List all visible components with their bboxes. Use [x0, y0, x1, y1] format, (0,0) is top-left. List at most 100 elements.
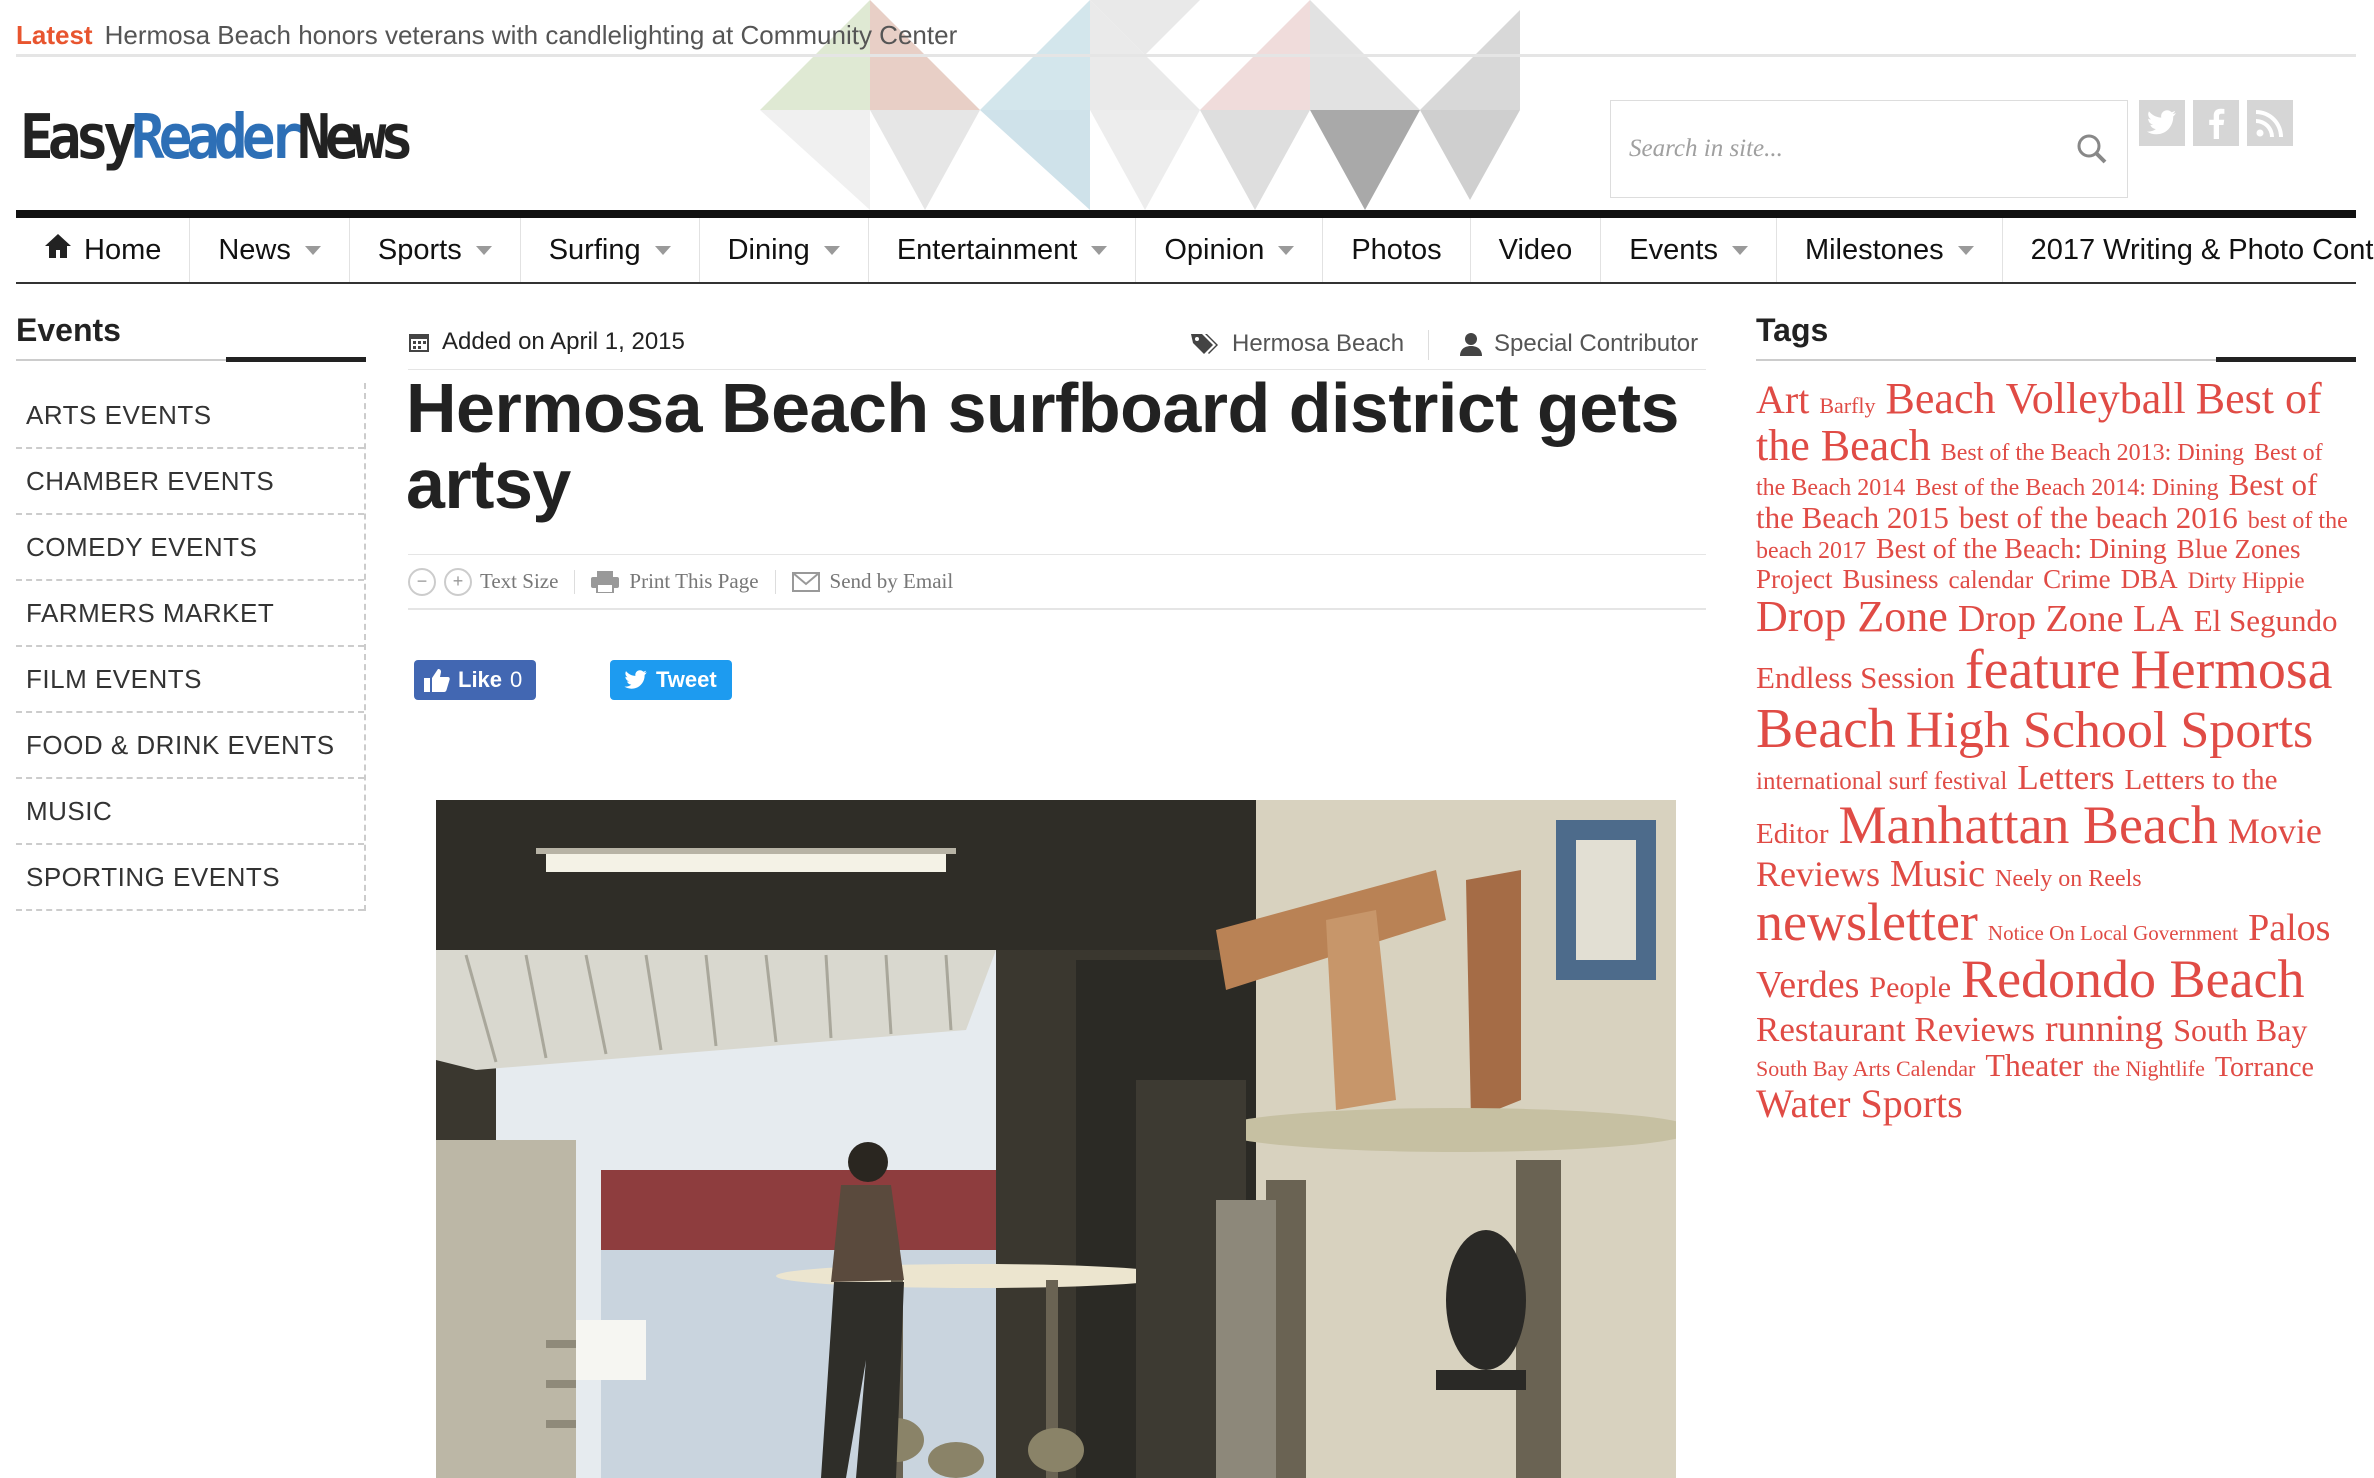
tag-link[interactable]: feature [1965, 639, 2120, 701]
nav-item-surfing[interactable]: Surfing [521, 218, 700, 282]
events-widget-rule [16, 357, 366, 362]
events-list-item[interactable]: SPORTING EVENTS [16, 845, 364, 911]
nav-item-video[interactable]: Video [1471, 218, 1602, 282]
home-icon [44, 233, 72, 267]
tag-link[interactable]: Beach Volleyball [1886, 374, 2186, 423]
tweet-button[interactable]: Tweet [610, 660, 732, 700]
email-button[interactable]: Send by Email [791, 569, 953, 594]
twitter-icon[interactable] [2139, 100, 2185, 146]
rss-icon[interactable] [2247, 100, 2293, 146]
article-author-link[interactable]: Special Contributor [1494, 330, 1698, 358]
twitter-bird-icon [624, 670, 647, 689]
search-icon[interactable] [2075, 132, 2109, 166]
chevron-down-icon [654, 245, 671, 255]
events-list-item[interactable]: COMEDY EVENTS [16, 515, 364, 581]
nav-item-events[interactable]: Events [1601, 218, 1777, 282]
tag-link[interactable]: Endless Session [1756, 660, 1955, 695]
tag-link[interactable]: best of the beach 2016 [1959, 500, 2238, 535]
text-size-increase-button[interactable]: + [444, 567, 472, 596]
thumbs-up-icon [424, 669, 450, 692]
article-category-link[interactable]: Hermosa Beach [1232, 330, 1404, 358]
nav-item-opinion[interactable]: Opinion [1136, 218, 1324, 282]
logo-easy: Easy [20, 102, 137, 174]
nav-label: Surfing [548, 233, 641, 266]
site-logo[interactable]: EasyReaderNews [20, 102, 414, 174]
tag-link[interactable]: Music [1890, 853, 1985, 895]
tag-link[interactable]: High School Sports [1906, 702, 2313, 759]
tag-link[interactable]: El Segundo [2194, 603, 2338, 638]
nav-label: Dining [727, 233, 810, 266]
tag-link[interactable]: South Bay [2173, 1012, 2307, 1048]
article-tools: − + Text Size Print This Page Send by Em… [408, 554, 1706, 610]
latest-headline-link[interactable]: Hermosa Beach honors veterans with candl… [105, 20, 958, 51]
tag-link[interactable]: Dirty Hippie [2188, 568, 2305, 593]
article-photo [436, 800, 1676, 1478]
tag-link[interactable]: Notice On Local Government [1988, 921, 2238, 945]
print-label: Print This Page [629, 569, 759, 593]
tag-link[interactable]: People [1869, 971, 1951, 1004]
tag-link[interactable]: Best of the Beach 2013: Dining [1941, 440, 2244, 466]
events-list-item[interactable]: CHAMBER EVENTS [16, 449, 364, 515]
tag-link[interactable]: Restaurant Reviews [1756, 1010, 2035, 1049]
tweet-label: Tweet [656, 667, 717, 692]
main-nav: Home News Sports Surfing Dining Entertai… [16, 218, 2374, 284]
tag-link[interactable]: Best of the Beach: Dining [1876, 534, 2167, 565]
like-count: 0 [510, 667, 523, 692]
nav-item-dining[interactable]: Dining [700, 218, 869, 282]
tag-link[interactable]: Letters [2017, 758, 2114, 797]
facebook-like-button[interactable]: Like 0 [414, 660, 536, 700]
tags-widget-rule [1756, 357, 2356, 362]
tag-link[interactable]: Barfly [1819, 393, 1875, 418]
events-list-item[interactable]: ARTS EVENTS [16, 383, 364, 449]
nav-label: Photos [1351, 233, 1442, 266]
article-category[interactable]: Hermosa Beach [1190, 330, 1404, 358]
tag-link[interactable]: Neely on Reels [1995, 866, 2142, 892]
latest-label: Latest [16, 19, 93, 50]
chevron-down-icon [475, 245, 492, 255]
tag-link[interactable]: calendar [1949, 567, 2034, 594]
events-list-item[interactable]: MUSIC [16, 779, 364, 845]
nav-item-entertainment[interactable]: Entertainment [869, 218, 1137, 282]
nav-item-news[interactable]: News [190, 218, 350, 282]
calendar-icon [409, 334, 429, 352]
tag-link[interactable]: Water Sports [1756, 1081, 1963, 1126]
chevron-down-icon [304, 245, 321, 255]
article-title: Hermosa Beach surfboard district gets ar… [406, 369, 1679, 523]
tag-link[interactable]: Best of the Beach 2014: Dining [1915, 475, 2218, 501]
tag-link[interactable]: Drop Zone LA [1958, 598, 2184, 640]
search-input[interactable] [1629, 135, 2075, 163]
tag-link[interactable]: running [2045, 1008, 2163, 1050]
print-button[interactable]: Print This Page [591, 569, 759, 594]
tag-link[interactable]: DBA [2121, 564, 2178, 594]
facebook-icon[interactable] [2193, 100, 2239, 146]
like-label: Like [458, 667, 503, 692]
tag-link[interactable]: Business [1842, 564, 1938, 594]
article-author[interactable]: Special Contributor [1460, 330, 1698, 358]
tag-link[interactable]: Crime [2043, 564, 2111, 594]
text-size-decrease-button[interactable]: − [408, 567, 436, 596]
tag-link[interactable]: South Bay Arts Calendar [1756, 1056, 1975, 1081]
nav-label: Video [1498, 233, 1573, 266]
tag-link[interactable]: Torrance [2215, 1052, 2314, 1083]
events-list-item[interactable]: FARMERS MARKET [16, 581, 364, 647]
nav-label: 2017 Writing & Photo Contest [2030, 233, 2374, 266]
logo-news: News [297, 102, 414, 174]
tools-divider [774, 569, 776, 594]
nav-item-home[interactable]: Home [16, 218, 191, 282]
tag-link[interactable]: the Nightlife [2093, 1056, 2205, 1081]
events-list-item[interactable]: FOOD & DRINK EVENTS [16, 713, 364, 779]
nav-item-sports[interactable]: Sports [350, 218, 521, 282]
tag-link[interactable]: Drop Zone [1756, 592, 1948, 641]
events-list-item[interactable]: FILM EVENTS [16, 647, 364, 713]
tag-link[interactable]: Redondo Beach [1961, 949, 2304, 1009]
tag-link[interactable]: Art [1756, 377, 1809, 422]
tag-link[interactable]: Manhattan Beach [1839, 795, 2218, 855]
nav-item-photos[interactable]: Photos [1323, 218, 1471, 282]
tag-link[interactable]: international surf festival [1756, 768, 2007, 796]
nav-item-contest[interactable]: 2017 Writing & Photo Contest [2003, 218, 2374, 282]
search-box [1610, 100, 2128, 198]
tag-link[interactable]: Theater [1985, 1047, 2083, 1083]
article-meta: Added on April 1, 2015 Hermosa Beach Spe… [408, 322, 1706, 370]
tag-link[interactable]: newsletter [1756, 892, 1978, 952]
nav-item-milestones[interactable]: Milestones [1777, 218, 2003, 282]
